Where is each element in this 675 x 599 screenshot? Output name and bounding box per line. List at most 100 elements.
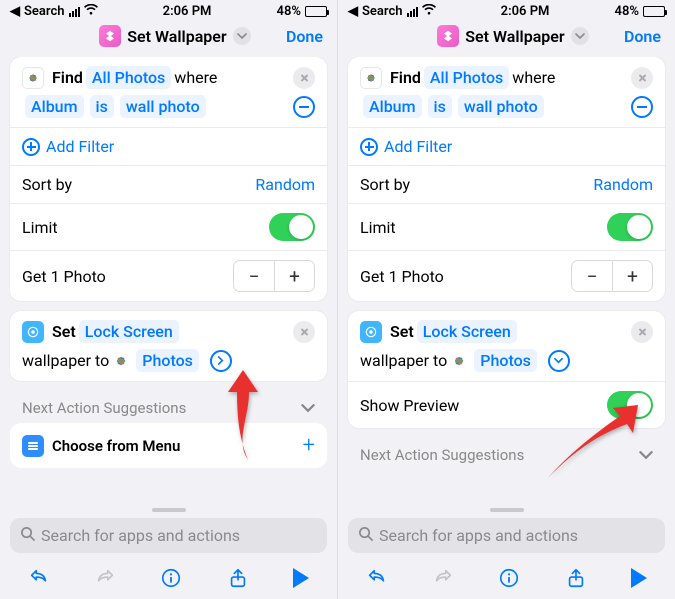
search-input[interactable]: Search for apps and actions	[10, 518, 327, 553]
battery-icon	[305, 6, 327, 17]
run-button[interactable]	[293, 568, 309, 588]
delete-action-icon[interactable]	[293, 321, 315, 343]
stepper-minus[interactable]: −	[572, 261, 612, 291]
signal-icon	[69, 7, 80, 17]
info-button[interactable]	[498, 567, 520, 589]
limit-toggle[interactable]	[269, 213, 315, 241]
filter-field-token[interactable]: Album	[25, 95, 84, 118]
bottom-toolbar	[0, 559, 337, 599]
add-suggestion-icon[interactable]: +	[303, 433, 315, 458]
chevron-down-icon	[639, 448, 653, 462]
find-source-token[interactable]: All Photos	[424, 66, 509, 89]
wifi-icon	[84, 4, 98, 19]
find-source-token[interactable]: All Photos	[86, 66, 171, 89]
add-filter-button[interactable]: Add Filter	[10, 127, 327, 165]
find-verb: Find	[52, 68, 83, 87]
page-title: Set Wallpaper	[465, 27, 564, 46]
limit-toggle[interactable]	[607, 213, 653, 241]
done-button[interactable]: Done	[624, 27, 661, 46]
suggestion-choose-from-menu[interactable]: Choose from Menu +	[10, 423, 327, 468]
expand-action-icon[interactable]	[210, 350, 232, 372]
stepper-plus[interactable]: +	[274, 261, 314, 291]
info-button[interactable]	[160, 567, 182, 589]
back-caret-icon[interactable]: ◀	[348, 4, 358, 19]
set-target-token[interactable]: Lock Screen	[417, 320, 517, 343]
run-button[interactable]	[631, 568, 647, 588]
share-button[interactable]	[227, 567, 249, 589]
sort-value[interactable]: Random	[593, 175, 653, 194]
filter-value-token[interactable]: wall photo	[120, 95, 206, 118]
search-placeholder: Search for apps and actions	[41, 526, 240, 545]
set-wallpaper-action: Set Lock Screen wallpaper to Photos	[10, 311, 327, 381]
show-preview-toggle[interactable]	[607, 391, 653, 419]
title-chevron-icon[interactable]	[571, 27, 589, 45]
undo-button[interactable]	[28, 567, 50, 589]
status-bar: ◀ Search 2:06 PM 48%	[338, 0, 675, 19]
find-photos-action: Find All Photos where Album is wall phot…	[10, 57, 327, 301]
get-count-label: Get 1 Photo	[360, 267, 444, 286]
shortcut-icon[interactable]	[99, 25, 121, 47]
remove-filter-icon[interactable]	[293, 96, 315, 118]
set-wallpaper-action: Set Lock Screen wallpaper to Photos Show…	[348, 311, 665, 428]
photos-app-icon	[360, 67, 382, 89]
show-preview-label: Show Preview	[360, 396, 459, 415]
menu-icon	[22, 435, 44, 457]
sort-label: Sort by	[360, 175, 410, 194]
limit-label: Limit	[22, 218, 58, 237]
wifi-icon	[422, 4, 436, 19]
shortcut-icon[interactable]	[437, 25, 459, 47]
suggestions-header[interactable]: Next Action Suggestions	[10, 391, 327, 423]
back-caret-icon[interactable]: ◀	[10, 4, 20, 19]
stepper-plus[interactable]: +	[612, 261, 652, 291]
sort-value[interactable]: Random	[255, 175, 315, 194]
drag-handle[interactable]	[490, 508, 524, 512]
set-verb: Set	[390, 322, 414, 341]
signal-icon	[407, 7, 418, 17]
photos-app-icon	[22, 67, 44, 89]
sort-label: Sort by	[22, 175, 72, 194]
wallpaper-action-icon	[22, 321, 44, 343]
count-stepper: − +	[571, 260, 653, 292]
wallpaper-action-icon	[360, 321, 382, 343]
find-photos-action: Find All Photos where Album is wall phot…	[348, 57, 665, 301]
filter-op-token[interactable]: is	[90, 95, 114, 118]
delete-action-icon[interactable]	[631, 67, 653, 89]
set-source-token[interactable]: Photos	[136, 349, 199, 372]
screen-left: ◀ Search 2:06 PM 48% Set Wallpaper	[0, 0, 338, 599]
where-label: where	[512, 68, 555, 87]
redo-button	[94, 567, 116, 589]
find-verb: Find	[390, 68, 421, 87]
filter-field-token[interactable]: Album	[363, 95, 422, 118]
undo-button[interactable]	[366, 567, 388, 589]
title-bar: Set Wallpaper Done	[338, 19, 675, 57]
bottom-toolbar	[338, 559, 675, 599]
remove-filter-icon[interactable]	[631, 96, 653, 118]
photos-inline-icon	[112, 352, 130, 370]
battery-icon	[643, 6, 665, 17]
suggestions-header[interactable]: Next Action Suggestions	[348, 438, 665, 470]
set-target-token[interactable]: Lock Screen	[79, 320, 179, 343]
share-button[interactable]	[565, 567, 587, 589]
title-chevron-icon[interactable]	[233, 27, 251, 45]
carrier-label: Search	[24, 4, 65, 19]
battery-percent: 48%	[277, 4, 301, 19]
add-filter-button[interactable]: Add Filter	[348, 127, 665, 165]
limit-label: Limit	[360, 218, 396, 237]
wallpaper-to-label: wallpaper to	[22, 351, 109, 370]
set-source-token[interactable]: Photos	[474, 349, 537, 372]
collapse-action-icon[interactable]	[548, 350, 570, 372]
count-stepper: − +	[233, 260, 315, 292]
carrier-label: Search	[362, 4, 403, 19]
stepper-minus[interactable]: −	[234, 261, 274, 291]
drag-handle[interactable]	[152, 508, 186, 512]
filter-op-token[interactable]: is	[428, 95, 452, 118]
search-input[interactable]: Search for apps and actions	[348, 518, 665, 553]
photos-inline-icon	[450, 352, 468, 370]
filter-value-token[interactable]: wall photo	[458, 95, 544, 118]
clock: 2:06 PM	[501, 4, 550, 19]
search-placeholder: Search for apps and actions	[379, 526, 578, 545]
delete-action-icon[interactable]	[293, 67, 315, 89]
plus-icon	[360, 138, 378, 156]
delete-action-icon[interactable]	[631, 321, 653, 343]
done-button[interactable]: Done	[286, 27, 323, 46]
